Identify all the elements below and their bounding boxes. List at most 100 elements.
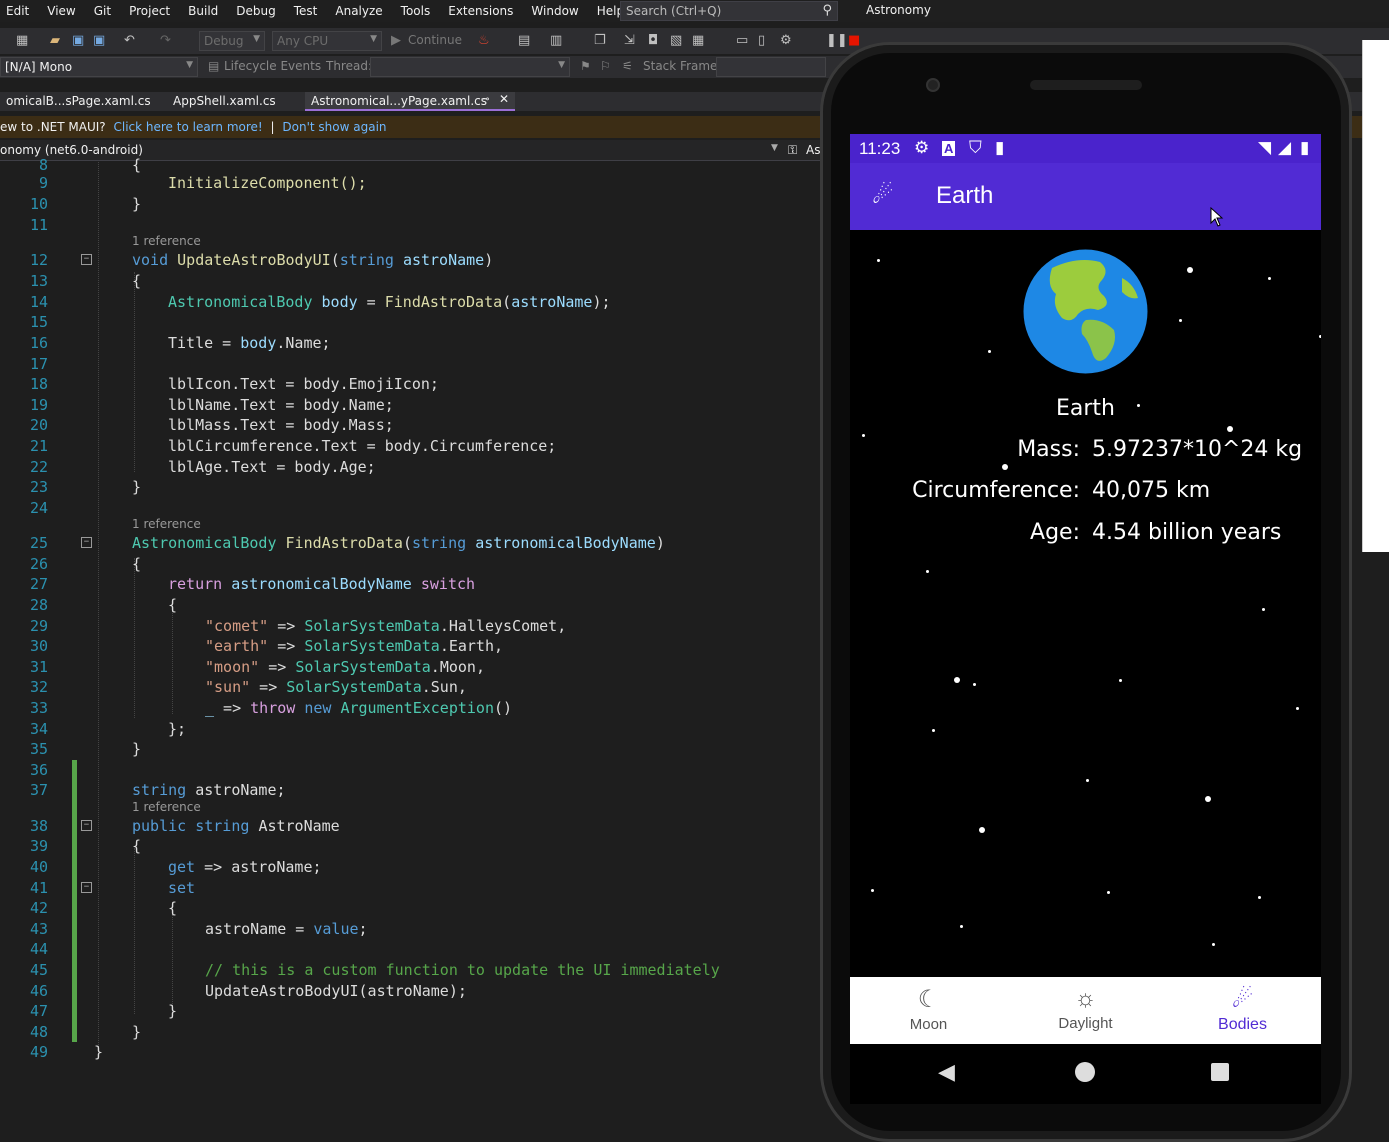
tab-daylight[interactable]: ☼ Daylight: [1007, 985, 1164, 1032]
star: [1187, 267, 1193, 273]
continue-button[interactable]: Continue: [408, 33, 462, 47]
stack-frame-dropdown[interactable]: [716, 57, 826, 77]
layout-icon[interactable]: ▥: [550, 33, 562, 48]
filter-icon[interactable]: ⚐: [600, 59, 611, 73]
runtime-dropdown[interactable]: [N/A] Mono ▼: [0, 57, 198, 77]
thread-label: Thread:: [326, 59, 373, 73]
undo-icon[interactable]: ↶: [124, 33, 135, 48]
back-icon[interactable]: ◀: [938, 1060, 955, 1085]
line-number: 30: [29, 637, 48, 655]
tab-appshell[interactable]: AppShell.xaml.cs: [167, 92, 282, 111]
menu-git[interactable]: Git: [85, 4, 120, 18]
a-icon: A: [942, 141, 956, 156]
thread-dropdown[interactable]: ▼: [370, 57, 570, 77]
code-line: "earth" => SolarSystemData.Earth,: [205, 637, 504, 655]
close-icon[interactable]: ✕: [499, 92, 509, 106]
codelens-reference[interactable]: 1 reference: [132, 517, 201, 531]
code-token: new: [304, 699, 332, 717]
line-number: 24: [29, 499, 48, 517]
new-project-icon[interactable]: ▦: [16, 33, 28, 48]
code-token: string: [339, 251, 394, 269]
star: [1119, 679, 1122, 682]
star: [1258, 896, 1261, 899]
learn-more-link[interactable]: Click here to learn more!: [113, 120, 262, 134]
line-number: 33: [29, 699, 48, 717]
codelens-reference[interactable]: 1 reference: [132, 800, 201, 814]
home-icon[interactable]: [1075, 1062, 1095, 1082]
comet-icon[interactable]: ☄: [872, 181, 894, 209]
pin-icon[interactable]: ⊸: [481, 94, 489, 105]
menu-window[interactable]: Window: [522, 4, 587, 18]
monitor-icon[interactable]: ▭: [736, 33, 748, 48]
stop-icon[interactable]: ■: [848, 33, 860, 48]
codelens-reference[interactable]: 1 reference: [132, 234, 201, 248]
open-folder-icon[interactable]: ▰: [50, 33, 60, 48]
code-line: return astronomicalBodyName switch: [168, 575, 475, 593]
redo-icon[interactable]: ↷: [160, 33, 171, 48]
camera-icon[interactable]: ◘: [648, 33, 658, 48]
indent-guide: [98, 162, 99, 1047]
member-dropdown[interactable]: As: [806, 143, 820, 157]
code-line: public string AstroName: [132, 817, 340, 835]
menu-analyze[interactable]: Analyze: [326, 4, 391, 18]
menu-debug[interactable]: Debug: [227, 4, 284, 18]
settings-icon[interactable]: ⚙: [780, 33, 792, 48]
step-icon[interactable]: ⇲: [624, 33, 635, 48]
collapse-toggle[interactable]: −: [81, 254, 92, 265]
device-icon[interactable]: ▯: [758, 33, 765, 48]
line-number: 27: [29, 575, 48, 593]
phone-screen: 11:23 ⚙ A ⛉ ▮ ◥ ◢ ▮ ☄ Earth Earth Mass: …: [850, 134, 1321, 1044]
line-number: 29: [29, 617, 48, 635]
menu-project[interactable]: Project: [120, 4, 179, 18]
tab-moon[interactable]: ☾ Moon: [850, 985, 1007, 1033]
overview-icon[interactable]: [1211, 1063, 1229, 1081]
collapse-toggle[interactable]: −: [81, 820, 92, 831]
dont-show-again-link[interactable]: Don't show again: [282, 120, 386, 134]
settings-icon: ⚙: [914, 138, 930, 157]
chevron-down-icon[interactable]: ▼: [771, 143, 778, 153]
tab-astronomical-bodies[interactable]: omicalB...sPage.xaml.cs: [0, 92, 157, 111]
project-dropdown[interactable]: onomy (net6.0-android): [0, 143, 143, 157]
continue-icon[interactable]: ▶: [391, 33, 401, 48]
line-number: 40: [29, 858, 48, 876]
menu-view[interactable]: View: [38, 4, 84, 18]
star: [1262, 608, 1265, 611]
search-box[interactable]: Search (Ctrl+Q) ⚲: [620, 1, 838, 21]
code-editor[interactable]: 8 9 10 11 12 13 14 15 16 17 18 19 20 21 …: [0, 156, 820, 1127]
line-number: 11: [29, 216, 48, 234]
code-token: void: [132, 251, 169, 269]
code-token: "earth": [205, 637, 269, 655]
line-number: 26: [29, 555, 48, 573]
menu-test[interactable]: Test: [285, 4, 327, 18]
line-number: 12: [29, 251, 48, 269]
change-marker: [72, 760, 77, 1042]
tab-bodies[interactable]: ☄ Bodies: [1164, 985, 1321, 1034]
chevron-down-icon: ▼: [558, 60, 565, 70]
toolbox-icon[interactable]: ▤: [518, 33, 530, 48]
page-title: Earth: [936, 182, 994, 209]
tab-astronomical-body-page[interactable]: Astronomical...yPage.xaml.cs ⊸ ✕: [305, 92, 515, 111]
code-token: throw: [250, 699, 296, 717]
sd-card-icon: ▮: [995, 138, 1005, 157]
menu-tools[interactable]: Tools: [392, 4, 440, 18]
line-number: 20: [29, 416, 48, 434]
collapse-toggle[interactable]: −: [81, 882, 92, 893]
bottom-navigation: ☾ Moon ☼ Daylight ☄ Bodies: [850, 977, 1321, 1044]
collapse-toggle[interactable]: −: [81, 537, 92, 548]
pages-icon[interactable]: ❐: [594, 33, 606, 48]
grid-icon[interactable]: ▦: [692, 33, 704, 48]
hot-reload-icon[interactable]: ♨: [478, 33, 490, 48]
configuration-dropdown[interactable]: Debug ▼: [199, 31, 265, 51]
line-number: 44: [29, 940, 48, 958]
image-icon[interactable]: ▧: [670, 33, 682, 48]
menu-build[interactable]: Build: [179, 4, 227, 18]
platform-dropdown[interactable]: Any CPU ▼: [272, 31, 382, 51]
menu-edit[interactable]: Edit: [0, 4, 38, 18]
pause-icon[interactable]: ❚❚: [826, 33, 848, 48]
flag-icon[interactable]: ⚑: [580, 59, 591, 73]
save-all-icon[interactable]: ▣: [93, 33, 105, 48]
line-number: 21: [29, 437, 48, 455]
lifecycle-events-button[interactable]: Lifecycle Events: [224, 59, 321, 73]
save-icon[interactable]: ▣: [72, 33, 84, 48]
menu-extensions[interactable]: Extensions: [439, 4, 522, 18]
